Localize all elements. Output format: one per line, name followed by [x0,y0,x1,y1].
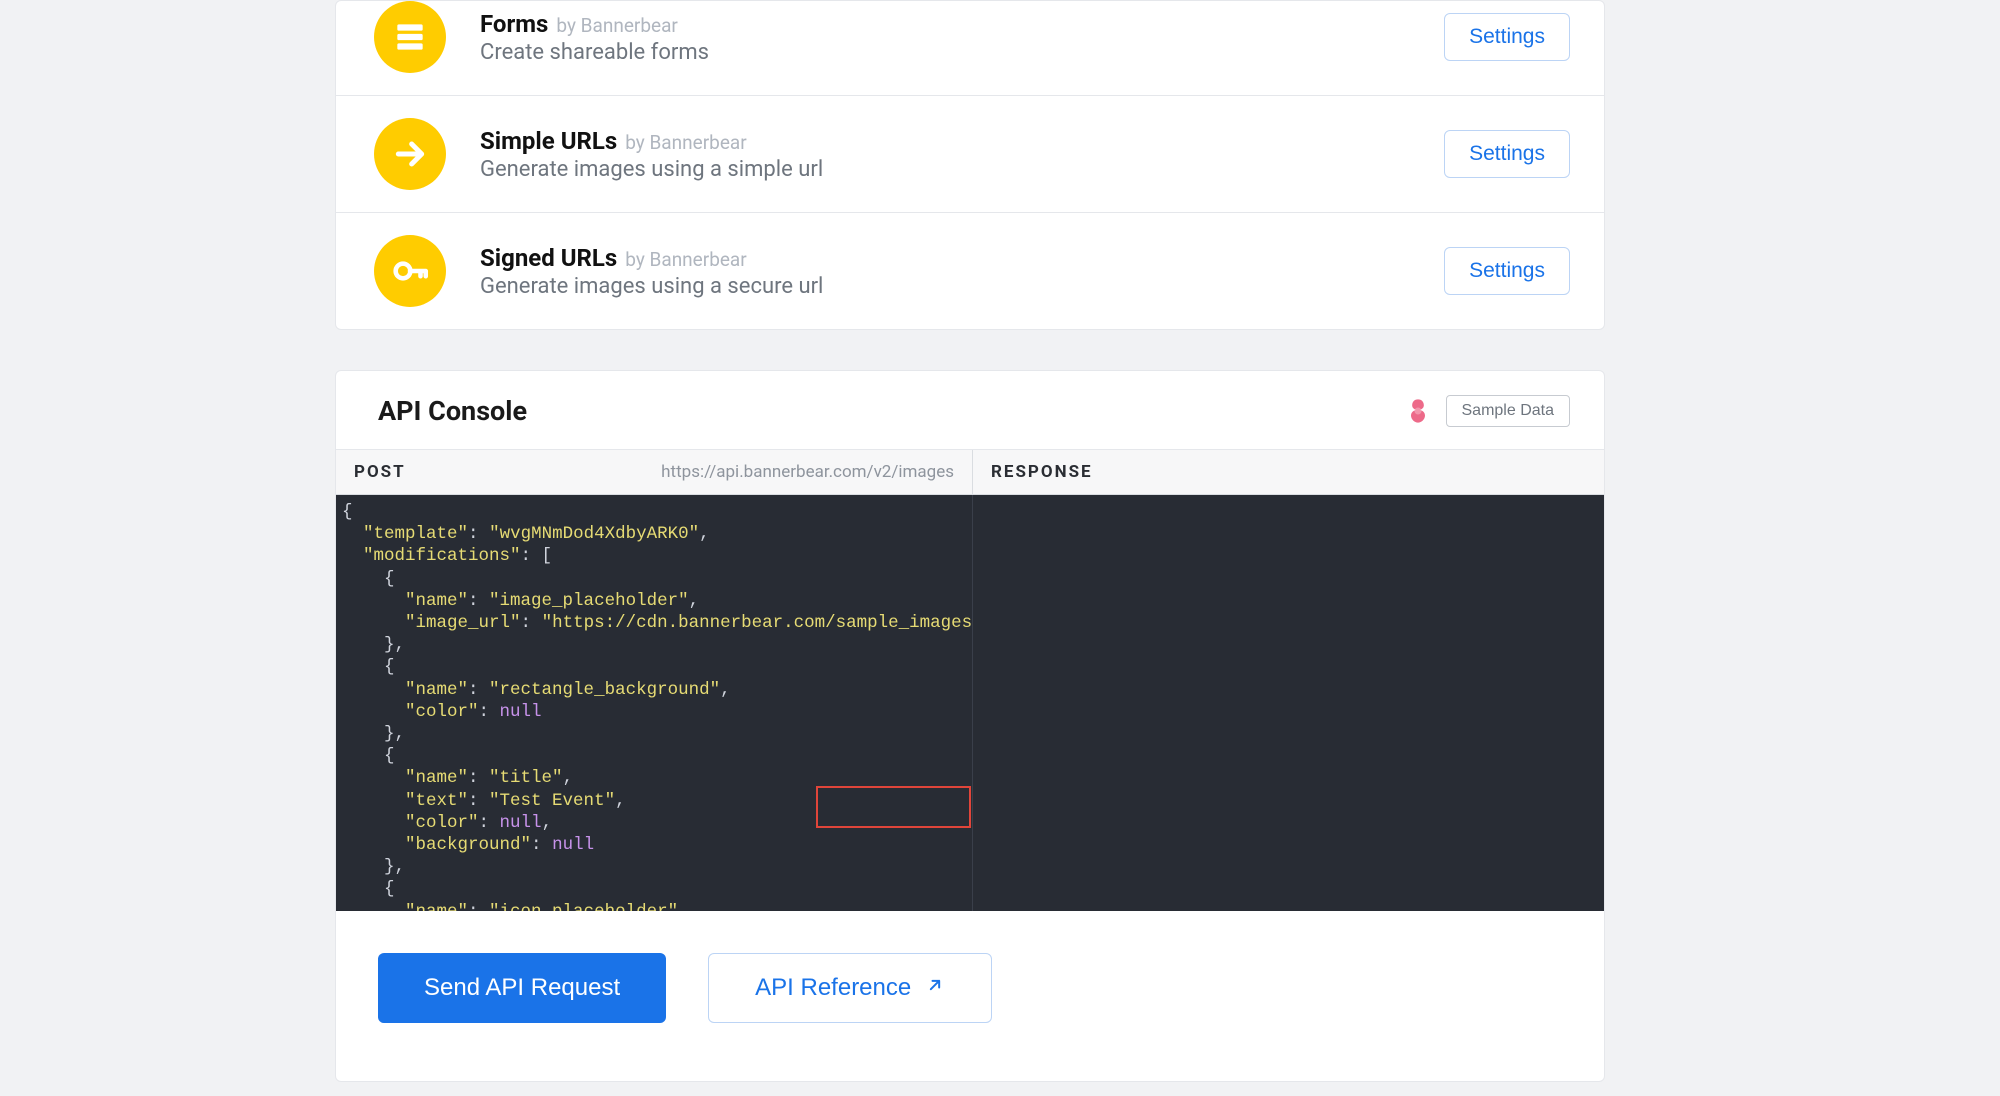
integrations-card: Forms by Bannerbear Create shareable for… [335,0,1605,330]
api-body: { "template": "wvgMNmDod4XdbyARK0", "mod… [336,495,1604,911]
external-link-icon [925,974,945,1002]
forms-icon [374,1,446,73]
api-reference-label: API Reference [755,974,911,1002]
integration-text: Forms by Bannerbear Create shareable for… [480,10,1444,65]
api-subheader: POST https://api.bannerbear.com/v2/image… [336,450,1604,495]
api-reference-button[interactable]: API Reference [708,953,992,1023]
api-console-title: API Console [378,395,527,427]
bannerbear-logo-icon [1404,397,1432,425]
integration-text: Simple URLs by Bannerbear Generate image… [480,127,1444,182]
integration-by: by Bannerbear [556,14,677,37]
code-editor[interactable]: { "template": "wvgMNmDod4XdbyARK0", "mod… [336,495,973,911]
send-api-request-button[interactable]: Send API Request [378,953,666,1023]
response-column-header: RESPONSE [973,450,1604,494]
integration-title: Signed URLs [480,244,617,272]
response-label: RESPONSE [991,462,1093,482]
integration-row-forms: Forms by Bannerbear Create shareable for… [336,1,1604,96]
api-console-card: API Console Sample Data POST https://api… [335,370,1605,1082]
api-console-header: API Console Sample Data [336,371,1604,450]
post-url: https://api.bannerbear.com/v2/images [661,462,954,482]
integration-desc: Generate images using a simple url [480,157,1444,182]
integration-row-signed-urls: Signed URLs by Bannerbear Generate image… [336,213,1604,329]
integration-row-simple-urls: Simple URLs by Bannerbear Generate image… [336,96,1604,213]
integration-by: by Bannerbear [625,131,746,154]
post-label: POST [354,462,406,482]
api-footer: Send API Request API Reference [336,911,1604,1081]
integration-title: Simple URLs [480,127,617,155]
settings-button[interactable]: Settings [1444,130,1570,178]
sample-data-button[interactable]: Sample Data [1446,395,1571,427]
arrow-icon [374,118,446,190]
key-icon [374,235,446,307]
integration-desc: Create shareable forms [480,40,1444,65]
settings-button[interactable]: Settings [1444,247,1570,295]
post-column-header: POST https://api.bannerbear.com/v2/image… [336,450,973,494]
integration-title: Forms [480,10,548,38]
highlight-annotation [816,786,971,828]
integration-desc: Generate images using a secure url [480,274,1444,299]
settings-button[interactable]: Settings [1444,13,1570,61]
integration-by: by Bannerbear [625,248,746,271]
response-panel [973,495,1604,911]
integration-text: Signed URLs by Bannerbear Generate image… [480,244,1444,299]
